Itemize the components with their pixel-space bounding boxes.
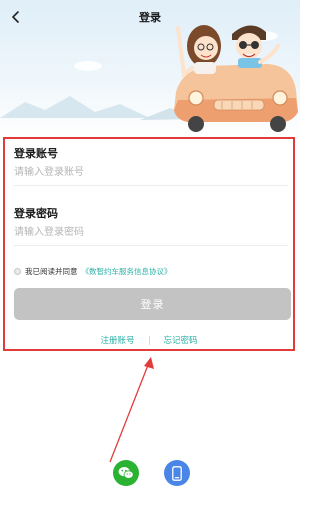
wechat-icon — [118, 467, 134, 479]
account-label: 登录账号 — [14, 147, 58, 160]
register-link[interactable]: 注册账号 — [100, 334, 134, 346]
agree-radio[interactable] — [14, 267, 21, 275]
agreement-row: 我已阅读并同意 《数智约车服务信息协议》 — [14, 265, 172, 277]
forgot-password-link[interactable]: 忘记密码 — [164, 334, 198, 346]
account-divider — [14, 185, 288, 186]
password-label: 登录密码 — [14, 207, 58, 220]
agree-text: 我已阅读并同意 — [25, 266, 78, 276]
header-hero: 登录 — [0, 0, 300, 140]
login-form: 登录账号 登录密码 我已阅读并同意 《数智约车服务信息协议》 登录 注册账号 忘… — [3, 137, 295, 351]
account-links: 注册账号 忘记密码 — [5, 334, 293, 346]
login-button[interactable]: 登录 — [14, 288, 291, 320]
link-separator — [148, 335, 150, 345]
phone-icon — [172, 465, 182, 481]
agreement-link[interactable]: 《数智约车服务信息协议》 — [82, 266, 172, 277]
wechat-login-button[interactable] — [113, 460, 139, 486]
page-title: 登录 — [139, 11, 161, 24]
password-divider — [14, 245, 288, 246]
account-input[interactable] — [14, 163, 286, 181]
password-input[interactable] — [14, 223, 286, 241]
phone-login-button[interactable] — [164, 460, 190, 486]
